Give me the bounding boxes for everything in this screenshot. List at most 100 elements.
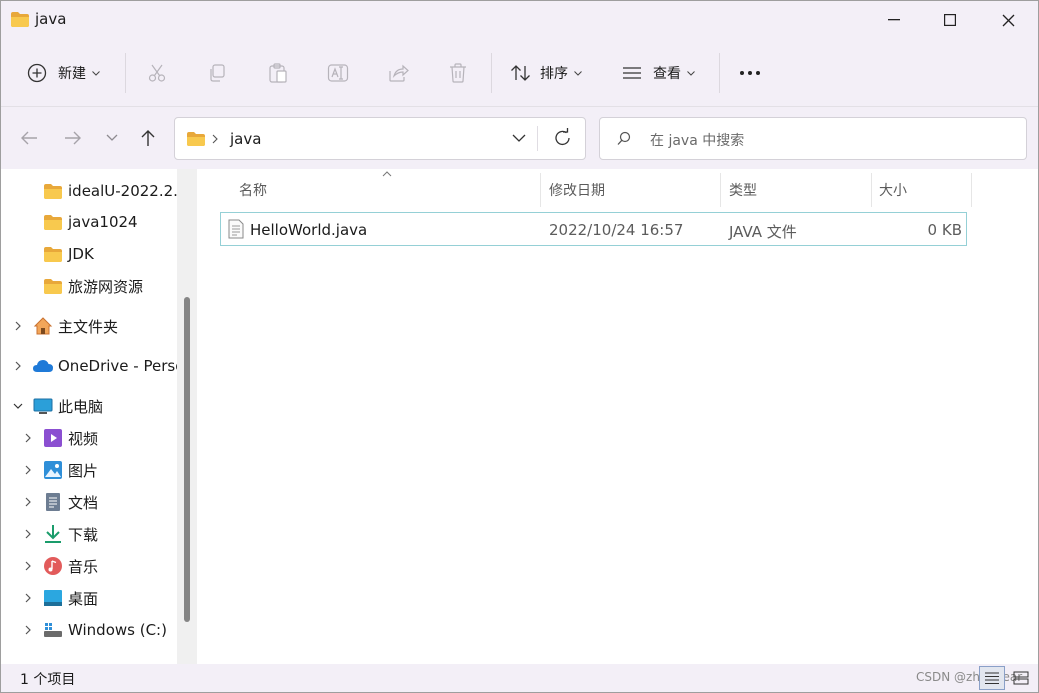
recent-locations-button[interactable] <box>101 127 123 149</box>
share-button[interactable] <box>387 53 409 93</box>
file-icon <box>228 219 244 239</box>
file-row[interactable]: HelloWorld.java 2022/10/24 16:57 JAVA 文件… <box>220 212 967 246</box>
file-type: JAVA 文件 <box>729 223 797 241</box>
sort-icon <box>511 65 530 81</box>
chevron-right-icon[interactable] <box>22 528 34 540</box>
column-divider[interactable] <box>540 173 541 207</box>
arrow-right-icon <box>65 131 81 145</box>
drive-icon <box>44 623 62 637</box>
paste-button[interactable] <box>268 53 288 93</box>
chevron-right-icon <box>212 134 218 144</box>
sidebar-item-jdk[interactable]: JDK <box>1 239 181 269</box>
sidebar-item-label: java1024 <box>68 213 138 231</box>
column-header-name[interactable]: 名称 <box>239 175 267 205</box>
chevron-right-icon[interactable] <box>22 624 34 636</box>
maximize-button[interactable] <box>927 1 973 39</box>
home-icon <box>33 317 53 335</box>
window-title: java <box>35 10 67 28</box>
file-modified: 2022/10/24 16:57 <box>549 221 684 239</box>
tiles-view-icon <box>1013 671 1029 685</box>
search-box[interactable]: 在 java 中搜索 <box>599 117 1027 160</box>
document-icon <box>46 493 60 511</box>
new-label: 新建 <box>58 66 86 82</box>
picture-icon <box>44 461 62 479</box>
sidebar-scrollbar-thumb[interactable] <box>184 297 190 622</box>
minimize-icon <box>888 19 900 21</box>
chevron-right-icon[interactable] <box>22 592 34 604</box>
tiles-view-button[interactable] <box>1008 666 1034 690</box>
sidebar-item-idealu[interactable]: idealU-2022.2.3 <box>1 176 181 206</box>
chevron-down-icon <box>687 70 695 76</box>
sidebar-item-videos[interactable]: 视频 <box>1 423 181 453</box>
sidebar-item-java1024[interactable]: java1024 <box>1 207 181 237</box>
column-divider[interactable] <box>720 173 721 207</box>
up-button[interactable] <box>137 127 159 149</box>
sidebar-item-label: OneDrive - Personal <box>58 357 181 375</box>
file-explorer-window: java 新建 排序 查看 java 在 java 中搜索 idealU-202… <box>0 0 1039 693</box>
column-header-modified-label: 修改日期 <box>549 183 605 199</box>
chevron-right-icon[interactable] <box>12 360 24 372</box>
computer-icon <box>33 398 53 414</box>
delete-button[interactable] <box>448 53 468 93</box>
view-list-icon <box>623 67 641 79</box>
cut-button[interactable] <box>147 53 167 93</box>
sidebar-item-downloads[interactable]: 下载 <box>1 519 181 549</box>
toolbar-divider <box>719 53 720 93</box>
chevron-right-icon[interactable] <box>22 464 34 476</box>
refresh-icon[interactable] <box>553 128 573 148</box>
column-header-type-label: 类型 <box>729 183 757 199</box>
address-bar[interactable]: java <box>174 117 586 160</box>
item-count: 1 个项目 <box>20 672 76 688</box>
more-options-button[interactable] <box>739 53 761 93</box>
sidebar-item-travel-resources[interactable]: 旅游网资源 <box>1 271 181 301</box>
column-divider[interactable] <box>971 173 972 207</box>
sidebar-item-documents[interactable]: 文档 <box>1 487 181 517</box>
chevron-right-icon[interactable] <box>22 432 34 444</box>
minimize-button[interactable] <box>871 1 917 39</box>
column-header-size[interactable]: 大小 <box>879 175 907 205</box>
forward-button[interactable] <box>62 127 84 149</box>
sidebar-item-label: idealU-2022.2.3 <box>68 182 181 200</box>
rename-icon <box>327 64 349 82</box>
chevron-down-icon[interactable] <box>512 130 526 146</box>
details-view-icon <box>985 672 999 684</box>
chevron-right-icon[interactable] <box>22 496 34 508</box>
title-bar: java <box>1 1 1038 39</box>
file-name: HelloWorld.java <box>250 221 368 239</box>
details-view-button[interactable] <box>979 666 1005 690</box>
close-button[interactable] <box>985 1 1031 39</box>
sidebar-item-pictures[interactable]: 图片 <box>1 455 181 485</box>
new-button[interactable]: 新建 <box>27 53 100 93</box>
rename-button[interactable] <box>327 53 349 93</box>
sidebar-item-music[interactable]: 音乐 <box>1 551 181 581</box>
sidebar-item-label: 下载 <box>68 525 99 544</box>
search-icon <box>617 131 631 145</box>
sidebar-item-desktop[interactable]: 桌面 <box>1 583 181 613</box>
sidebar-item-windows-c[interactable]: Windows (C:) <box>1 615 181 645</box>
column-divider[interactable] <box>871 173 872 207</box>
back-button[interactable] <box>18 127 40 149</box>
sidebar-item-home[interactable]: 主文件夹 <box>1 311 181 341</box>
address-path[interactable]: java <box>230 130 261 148</box>
sort-button[interactable]: 排序 <box>510 53 582 93</box>
sidebar-item-label: 主文件夹 <box>58 317 119 336</box>
folder-icon <box>44 184 62 199</box>
toolbar-divider <box>491 53 492 93</box>
status-bar: 1 个项目 CSDN @zhangear <box>1 664 1038 692</box>
column-header-modified[interactable]: 修改日期 <box>549 175 605 205</box>
navigation-pane: idealU-2022.2.3 java1024 JDK 旅游网资源 主文件夹 … <box>1 169 196 664</box>
sidebar-item-onedrive[interactable]: OneDrive - Personal <box>1 351 181 381</box>
sidebar-item-this-pc[interactable]: 此电脑 <box>1 391 181 421</box>
sidebar-item-label: JDK <box>68 245 94 263</box>
music-icon <box>44 557 62 575</box>
column-header-type[interactable]: 类型 <box>729 175 757 205</box>
sidebar-item-label: 文档 <box>68 493 99 512</box>
chevron-right-icon[interactable] <box>12 320 24 332</box>
chevron-down-icon[interactable] <box>12 400 24 412</box>
desktop-icon <box>44 590 62 606</box>
view-button[interactable]: 查看 <box>622 53 695 93</box>
search-placeholder[interactable]: 在 java 中搜索 <box>650 130 744 150</box>
copy-button[interactable] <box>207 53 227 93</box>
folder-icon <box>187 132 205 146</box>
chevron-right-icon[interactable] <box>22 560 34 572</box>
